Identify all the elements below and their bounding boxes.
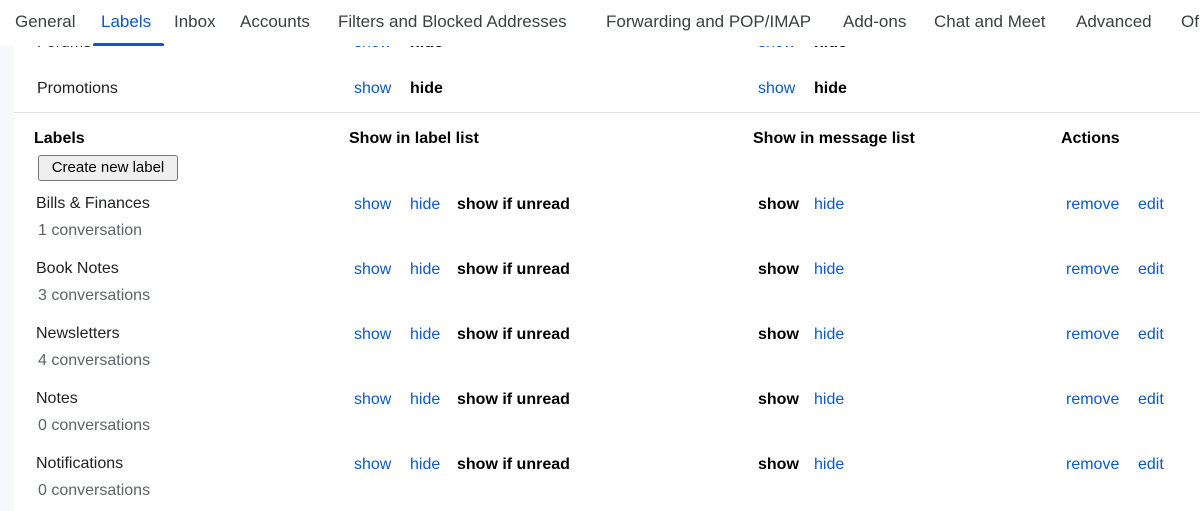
label-count: 4 conversations [38,352,151,369]
settings-panel [14,0,1200,511]
label-name: Notifications [36,455,124,472]
tab-addons[interactable]: Add-ons [843,12,906,32]
hide-in-label-list-link[interactable]: hide [410,261,440,279]
create-new-label-button[interactable]: Create new label [38,155,178,181]
active-tab-indicator [93,43,164,46]
edit-label-link[interactable]: edit [1138,261,1164,279]
tab-chat-meet[interactable]: Chat and Meet [934,12,1046,32]
category-name: Promotions [37,80,118,97]
tab-offline[interactable]: Of [1181,12,1199,32]
tab-inbox[interactable]: Inbox [174,12,216,32]
show-in-label-list-link[interactable]: show [354,326,391,344]
show-in-label-list-link[interactable]: show [354,391,391,409]
settings-tabs: General Labels Inbox Accounts Filters an… [0,0,1200,46]
label-name: Newsletters [36,325,120,342]
hide-in-message-list-link[interactable]: hide [814,391,844,409]
show-in-message-list-option: show [758,456,799,473]
show-if-unread-option: show if unread [457,326,570,343]
show-in-label-list-link[interactable]: show [354,456,391,474]
edit-label-link[interactable]: edit [1138,326,1164,344]
actions-header: Actions [1061,130,1120,147]
hide-in-message-list-link[interactable]: hide [814,326,844,344]
remove-label-link[interactable]: remove [1066,261,1119,279]
edit-label-link[interactable]: edit [1138,391,1164,409]
edit-label-link[interactable]: edit [1138,196,1164,214]
tab-forwarding[interactable]: Forwarding and POP/IMAP [606,12,811,32]
tab-accounts[interactable]: Accounts [240,12,310,32]
hide-in-label-list-link[interactable]: hide [410,391,440,409]
show-if-unread-option: show if unread [457,456,570,473]
show-in-message-list-option: show [758,196,799,213]
show-if-unread-option: show if unread [457,391,570,408]
hide-in-message-list-link[interactable]: hide [814,456,844,474]
remove-label-link[interactable]: remove [1066,196,1119,214]
tab-advanced[interactable]: Advanced [1076,12,1152,32]
label-list-header: Show in label list [349,130,479,147]
tab-filters[interactable]: Filters and Blocked Addresses [338,12,567,32]
show-in-label-list-link[interactable]: show [354,261,391,279]
show-in-message-list-option: show [758,391,799,408]
label-name: Notes [36,390,78,407]
hide-in-label-list-link[interactable]: hide [410,456,440,474]
show-link[interactable]: show [354,80,391,98]
show-if-unread-option: show if unread [457,261,570,278]
section-divider [14,112,1200,113]
hide-in-label-list-link[interactable]: hide [410,196,440,214]
message-show-link[interactable]: show [758,80,795,98]
message-hide-option: hide [814,80,847,97]
show-if-unread-option: show if unread [457,196,570,213]
label-count: 3 conversations [38,287,151,304]
remove-label-link[interactable]: remove [1066,456,1119,474]
label-name: Bills & Finances [36,195,150,212]
remove-label-link[interactable]: remove [1066,391,1119,409]
show-in-message-list-option: show [758,261,799,278]
show-in-message-list-option: show [758,326,799,343]
labels-header: Labels [34,130,85,147]
hide-in-message-list-link[interactable]: hide [814,261,844,279]
label-count: 0 conversations [38,417,151,434]
label-name: Book Notes [36,260,119,277]
label-count: 1 conversation [38,222,143,239]
hide-in-message-list-link[interactable]: hide [814,196,844,214]
hide-option: hide [410,80,443,97]
hide-in-label-list-link[interactable]: hide [410,326,440,344]
tab-general[interactable]: General [15,12,75,32]
message-list-header: Show in message list [753,130,915,147]
edit-label-link[interactable]: edit [1138,456,1164,474]
tab-labels[interactable]: Labels [101,12,151,32]
remove-label-link[interactable]: remove [1066,326,1119,344]
show-in-label-list-link[interactable]: show [354,196,391,214]
label-count: 0 conversations [38,482,151,499]
